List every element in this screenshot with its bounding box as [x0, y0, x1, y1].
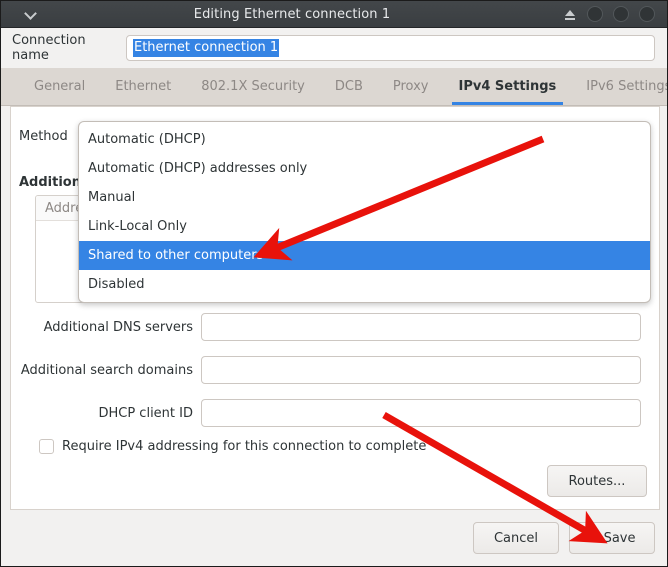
- tab-dcb-label: DCB: [334, 79, 363, 94]
- require-ipv4-label: Require IPv4 addressing for this connect…: [62, 439, 427, 454]
- connection-name-label: Connection name: [12, 33, 86, 63]
- additional-dns-servers-input[interactable]: [201, 313, 641, 341]
- tab-ethernet-label: Ethernet: [115, 79, 172, 94]
- routes-button[interactable]: Routes...: [547, 465, 647, 497]
- method-option-label: Disabled: [88, 277, 145, 292]
- dhcp-client-id-label: DHCP client ID: [98, 405, 193, 421]
- method-option-disabled[interactable]: Disabled: [79, 270, 650, 299]
- additional-dns-servers-label: Additional DNS servers: [43, 319, 193, 335]
- additional-search-domains-label: Additional search domains: [20, 362, 193, 378]
- additional-search-domains-input[interactable]: [201, 356, 641, 384]
- tab-ipv6-settings[interactable]: IPv6 Settings: [571, 68, 668, 105]
- tab-ipv6-settings-label: IPv6 Settings: [586, 79, 668, 94]
- method-label: Method: [19, 129, 68, 144]
- method-option-automatic-dhcp-addresses-only[interactable]: Automatic (DHCP) addresses only: [79, 154, 650, 183]
- method-option-automatic-dhcp[interactable]: Automatic (DHCP): [79, 125, 650, 154]
- dhcp-client-id-row: DHCP client ID: [11, 398, 659, 428]
- method-option-label: Automatic (DHCP): [88, 132, 206, 147]
- window-controls: [563, 6, 667, 22]
- tab-proxy-label: Proxy: [392, 79, 429, 94]
- additional-dns-servers-row: Additional DNS servers: [11, 312, 659, 342]
- cancel-button-label: Cancel: [493, 530, 539, 546]
- method-option-shared-to-other-computers[interactable]: Shared to other computers: [79, 241, 650, 270]
- save-button-label: Save: [603, 530, 636, 546]
- additional-search-domains-row: Additional search domains: [11, 355, 659, 385]
- dialog-button-bar: Cancel ✔ Save: [1, 510, 667, 566]
- connection-name-input[interactable]: Ethernet connection 1: [126, 35, 655, 61]
- editing-ethernet-connection-dialog: Editing Ethernet connection 1 Connection…: [0, 0, 668, 567]
- tab-8021x-security-label: 802.1X Security: [201, 79, 305, 94]
- require-ipv4-checkbox[interactable]: [39, 439, 54, 454]
- eject-icon[interactable]: [563, 7, 577, 21]
- title-bar: Editing Ethernet connection 1: [1, 1, 667, 28]
- save-button[interactable]: ✔ Save: [569, 522, 655, 554]
- method-option-label: Link-Local Only: [88, 219, 187, 234]
- method-option-label: Shared to other computers: [88, 248, 264, 263]
- method-option-link-local-only[interactable]: Link-Local Only: [79, 212, 650, 241]
- dhcp-client-id-input[interactable]: [201, 399, 641, 427]
- tab-8021x-security[interactable]: 802.1X Security: [186, 68, 320, 105]
- method-option-manual[interactable]: Manual: [79, 183, 650, 212]
- method-option-label: Manual: [88, 190, 136, 205]
- routes-button-label: Routes...: [568, 473, 626, 489]
- chevron-down-icon: [25, 8, 37, 20]
- window-title: Editing Ethernet connection 1: [193, 6, 391, 22]
- check-icon: ✔: [588, 531, 599, 545]
- method-dropdown-popup[interactable]: Automatic (DHCP) Automatic (DHCP) addres…: [78, 121, 651, 303]
- method-option-label: Automatic (DHCP) addresses only: [88, 161, 308, 176]
- tab-bar: General Ethernet 802.1X Security DCB Pro…: [1, 68, 667, 106]
- tab-ipv4-settings[interactable]: IPv4 Settings: [444, 68, 572, 105]
- tab-proxy[interactable]: Proxy: [378, 68, 444, 105]
- tab-general[interactable]: General: [19, 68, 100, 105]
- maximize-button[interactable]: [613, 6, 629, 22]
- tab-dcb[interactable]: DCB: [320, 68, 378, 105]
- tab-ethernet[interactable]: Ethernet: [100, 68, 186, 105]
- cancel-button[interactable]: Cancel: [473, 522, 559, 554]
- connection-name-value: Ethernet connection 1: [133, 39, 280, 57]
- require-ipv4-row[interactable]: Require IPv4 addressing for this connect…: [39, 439, 426, 454]
- close-button[interactable]: [639, 6, 655, 22]
- minimize-button[interactable]: [587, 6, 603, 22]
- tab-general-label: General: [34, 79, 86, 94]
- tab-ipv4-settings-label: IPv4 Settings: [458, 79, 557, 94]
- connection-name-row: Connection name Ethernet connection 1: [1, 28, 667, 68]
